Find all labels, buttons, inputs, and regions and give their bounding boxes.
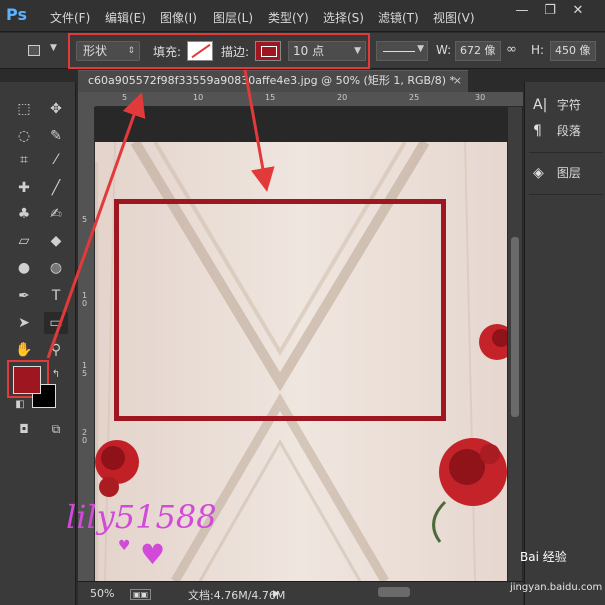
panel-divider [529,152,603,153]
panel-item-layers[interactable]: ◈ 图层 [533,164,605,188]
ruler-tick-label: 2 0 [82,428,88,445]
menu-type[interactable]: 类型(Y) [268,9,309,26]
stroke-type-select[interactable]: ▼ [376,41,428,61]
photoshop-logo: Ps [6,5,27,24]
healing-brush-icon[interactable]: ✚ [12,177,36,199]
hand-tool-icon[interactable]: ✋ [12,339,36,361]
dodge-tool-icon[interactable]: ◍ [44,257,68,279]
path-selection-icon[interactable]: ➤ [12,312,36,334]
ruler-tick-label: 30 [475,93,486,102]
ruler-tick-label: 10 [193,93,204,102]
screen-mode-icon[interactable]: ⧉ [44,418,68,440]
document-title: c60a905572f98f33559a90830affe4e3.jpg @ 5… [88,74,456,87]
panel-item-label: 段落 [556,124,581,138]
baidu-jingyan-logo: Bai 经验 [520,550,567,564]
panel-item-label: 图层 [556,166,581,180]
chevron-down-icon: ▼ [50,43,57,53]
eraser-tool-icon[interactable]: ▱ [12,230,36,252]
menu-layer[interactable]: 图层(L) [213,9,253,26]
menu-filter[interactable]: 滤镜(T) [378,9,419,26]
zoom-level[interactable]: 50% [90,587,114,600]
width-label: W: [436,43,452,57]
menu-image[interactable]: 图像(I) [160,9,197,26]
status-menu-icon[interactable]: ▣▣ [130,589,152,600]
status-bar: 50% ▣▣ 文档:4.76M/4.76M ▶ [78,581,523,605]
brush-tool-icon[interactable]: ╱ [44,177,68,199]
heart-icon: ♥ [118,538,131,554]
height-field[interactable]: 450 像 [550,41,596,61]
panel-dock-header [524,70,605,82]
close-window-button[interactable]: ✕ [566,2,590,20]
ruler-tick-label: 15 [265,93,276,102]
document-tab[interactable]: c60a905572f98f33559a90830affe4e3.jpg @ 5… [78,70,468,92]
rectangle-tool-icon [28,45,40,56]
character-icon: A| [533,97,548,113]
toolbox-header [0,70,76,82]
link-icon[interactable]: ∞ [506,42,524,58]
height-label: H: [531,43,545,57]
tool-preset-picker[interactable]: ▼ [24,41,64,61]
ruler-tick-label: 20 [337,93,348,102]
paragraph-icon: ¶ [533,123,542,139]
paint-bucket-icon[interactable]: ◆ [44,230,68,252]
move-tool-icon[interactable]: ✥ [44,98,68,120]
rectangle-shape[interactable] [114,199,446,421]
blur-tool-icon[interactable]: ● [12,257,36,279]
type-tool-icon[interactable]: T [44,285,68,307]
highlight-box [68,33,370,69]
panel-divider [529,194,603,195]
width-field[interactable]: 672 像 [455,41,501,61]
toolbox: ⬚ ✥ ◌ ✎ ⌗ ⁄ ✚ ╱ ♣ ✍ ▱ ◆ ● ◍ ✒ T ➤ ▭ ✋ ⚲ … [0,82,76,605]
ruler-tick-label: 1 0 [82,291,88,308]
status-arrow-icon[interactable]: ▶ [273,589,280,599]
pen-tool-icon[interactable]: ✒ [12,285,36,307]
close-tab-icon[interactable]: × [453,71,462,91]
layers-icon: ◈ [533,165,544,181]
doc-info: 文档:4.76M/4.76M [188,589,286,602]
panel-dock: A| 字符 ¶ 段落 ◈ 图层 [524,82,605,605]
menu-edit[interactable]: 编辑(E) [105,9,146,26]
panel-item-paragraph[interactable]: ¶ 段落 [533,122,605,146]
horizontal-scroll-thumb[interactable] [378,587,410,597]
eyedropper-tool-icon[interactable]: ⁄ [44,149,68,171]
menu-select[interactable]: 选择(S) [323,9,364,26]
chevron-down-icon: ▼ [417,44,424,54]
ruler-tick-label: 25 [409,93,420,102]
menu-view[interactable]: 视图(V) [433,9,475,26]
heart-icon: ♥ [140,538,166,571]
history-brush-icon[interactable]: ✍ [44,203,68,225]
ruler-tick-label: 5 [82,215,88,224]
lasso-tool-icon[interactable]: ◌ [12,125,36,147]
clone-stamp-icon[interactable]: ♣ [12,203,36,225]
panel-item-label: 字符 [556,98,581,112]
minimize-button[interactable]: — [510,2,534,20]
foreground-color-swatch[interactable] [13,366,41,394]
scrollbar-thumb[interactable] [511,237,519,417]
baidu-jingyan-url: jingyan.baidu.com [510,582,603,593]
menu-bar: Ps 文件(F) 编辑(E) 图像(I) 图层(L) 类型(Y) 选择(S) 滤… [0,0,605,32]
watermark-text: lily51588 [66,498,217,536]
quick-mask-icon[interactable]: ◘ [12,418,36,440]
quick-selection-tool-icon[interactable]: ✎ [44,125,68,147]
ruler-tick-label: 1 5 [82,361,88,378]
marquee-tool-icon[interactable]: ⬚ [12,98,36,120]
restore-button[interactable]: ❐ [538,2,562,20]
menu-file[interactable]: 文件(F) [50,9,90,26]
ruler-top: 5 10 15 20 25 30 [95,92,523,107]
zoom-tool-icon[interactable]: ⚲ [44,339,68,361]
solid-line-icon [383,51,415,52]
ruler-corner [78,92,95,107]
rectangle-tool-icon[interactable]: ▭ [44,312,68,334]
crop-tool-icon[interactable]: ⌗ [12,149,36,171]
ruler-tick-label: 5 [122,93,128,102]
panel-item-character[interactable]: A| 字符 [533,96,605,120]
vertical-scrollbar[interactable] [508,107,522,581]
